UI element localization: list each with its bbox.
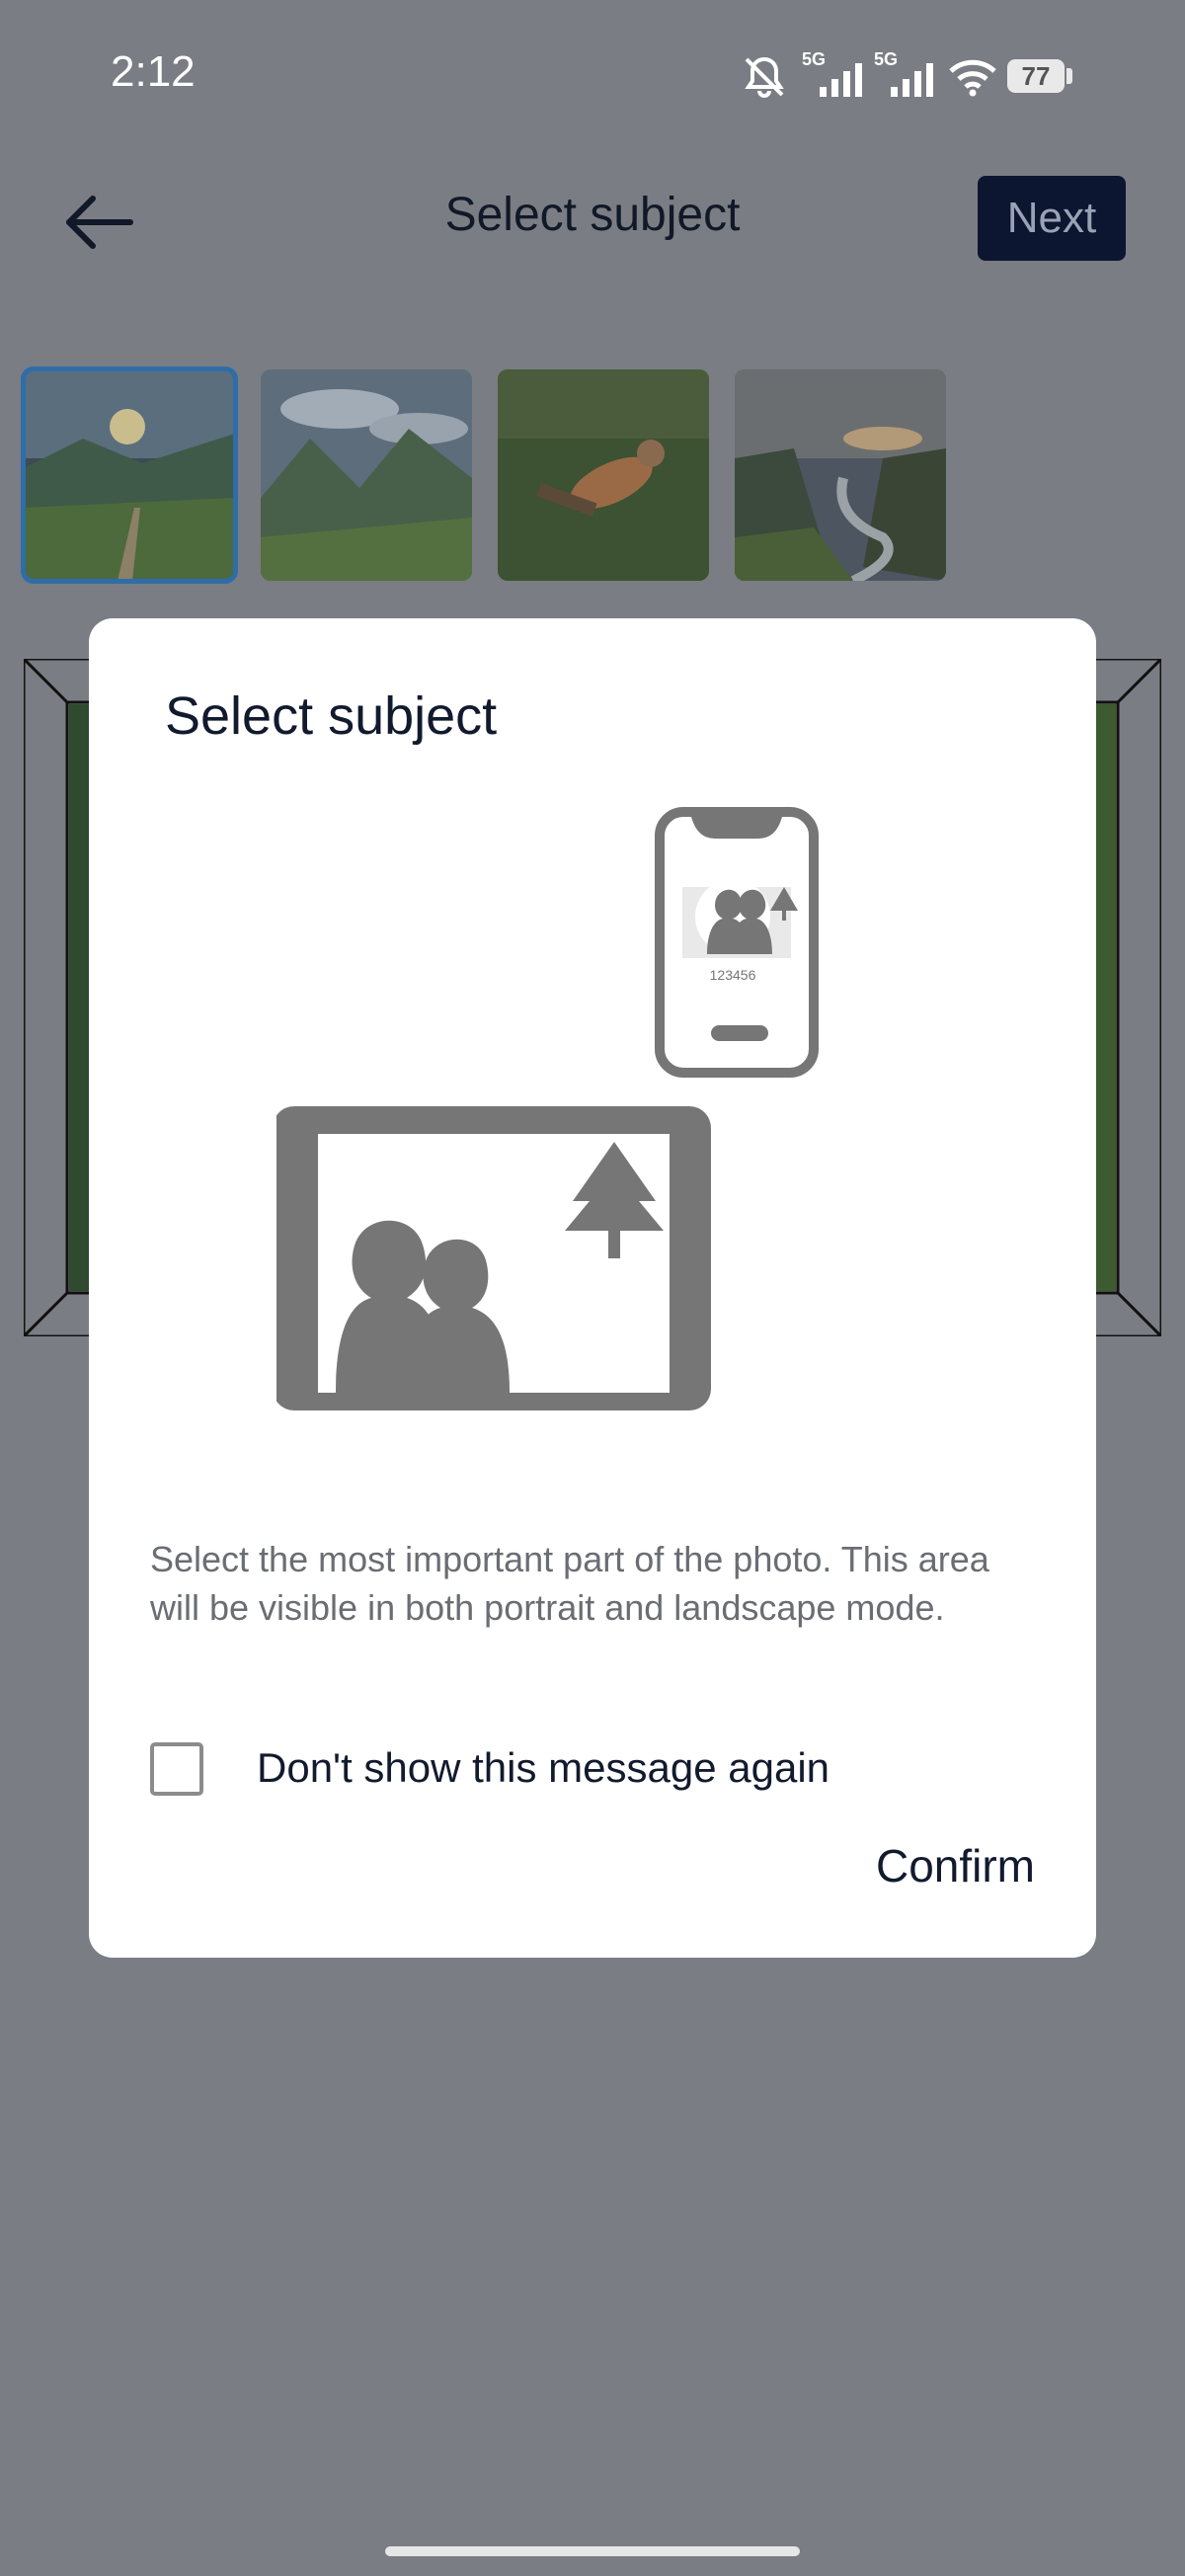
- dialog-description: Select the most important part of the ph…: [150, 1539, 989, 1628]
- signal-icon-2: [891, 63, 933, 97]
- select-subject-dialog: Select subject 123456 Select the most im…: [89, 618, 1096, 1958]
- dialog-title: Select subject: [165, 686, 498, 746]
- thumbnail-sunrise-valley[interactable]: [21, 366, 238, 584]
- thumbnail-person-in-grass[interactable]: [498, 369, 709, 581]
- dont-show-again-checkbox[interactable]: [150, 1742, 203, 1796]
- signal-icon: [820, 63, 862, 97]
- next-button[interactable]: Next: [978, 176, 1126, 261]
- status-bar: 2:12 5G 5G 77: [0, 0, 1185, 148]
- home-indicator[interactable]: [385, 2546, 800, 2556]
- phone-illustration-text: 123456: [710, 967, 756, 983]
- app-header: Select subject Next: [0, 158, 1185, 277]
- status-icons: 5G 5G 77: [741, 47, 1076, 107]
- thumbnail-mountain-village[interactable]: [261, 369, 472, 581]
- wifi-icon: [949, 59, 996, 97]
- confirm-button[interactable]: Confirm: [876, 1839, 1035, 1892]
- battery-tip: [1066, 68, 1072, 84]
- portrait-landscape-illustration: 123456: [276, 807, 819, 1410]
- status-time: 2:12: [111, 47, 196, 96]
- thumbnail-river-canyon[interactable]: [735, 369, 946, 581]
- mute-bell-icon: [745, 56, 784, 98]
- dont-show-again-label[interactable]: Don't show this message again: [257, 1744, 830, 1792]
- battery-icon: 77: [1007, 59, 1065, 93]
